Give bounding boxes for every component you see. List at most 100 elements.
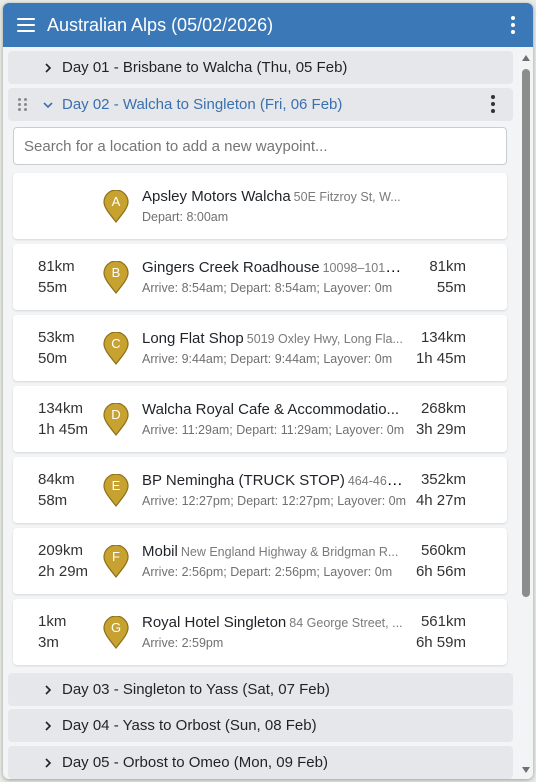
map-pin-icon[interactable]: B bbox=[102, 260, 130, 295]
waypoint-letter: C bbox=[111, 336, 121, 351]
map-pin-icon[interactable]: E bbox=[102, 473, 130, 508]
waypoint-address: 84 George Street, ... bbox=[289, 616, 403, 630]
waypoint-title-line: Mobil New England Highway & Bridgman R... bbox=[142, 543, 404, 561]
more-options-icon[interactable] bbox=[503, 15, 523, 35]
day-options-icon[interactable] bbox=[483, 94, 503, 114]
waypoint-title-line: Apsley Motors Walcha 50E Fitzroy St, W... bbox=[142, 188, 404, 206]
waypoint-search-input[interactable] bbox=[13, 127, 507, 165]
waypoint-address: 10098–10102... bbox=[322, 261, 404, 275]
day-header-05[interactable]: Day 05 - Orbost to Omeo (Mon, 09 Feb) bbox=[8, 746, 513, 779]
map-pin-icon[interactable]: D bbox=[102, 402, 130, 437]
waypoint-letter: B bbox=[111, 265, 121, 280]
waypoint-title-line: BP Nemingha (TRUCK STOP) 464-468 ... bbox=[142, 472, 404, 490]
day-label: Day 03 - Singleton to Yass (Sat, 07 Feb) bbox=[62, 681, 330, 698]
cumulative-time: 6h 59m bbox=[415, 634, 466, 651]
itinerary-list[interactable]: Day 01 - Brisbane to Walcha (Thu, 05 Feb… bbox=[3, 47, 533, 779]
map-pin-icon[interactable]: F bbox=[102, 544, 130, 579]
waypoint-name: Gingers Creek Roadhouse bbox=[142, 259, 320, 276]
waypoint-address: 464-468 ... bbox=[347, 474, 404, 488]
waypoint-timing: Arrive: 2:59pm bbox=[142, 636, 224, 650]
segment-distance: 53km bbox=[38, 329, 75, 346]
chevron-right-icon bbox=[42, 720, 54, 732]
waypoint-card[interactable]: 134km 1h 45m D Walcha Royal Cafe & Accommod… bbox=[13, 386, 507, 452]
day-label: Day 02 - Walcha to Singleton (Fri, 06 Fe… bbox=[62, 96, 343, 113]
day-header-02[interactable]: Day 02 - Walcha to Singleton (Fri, 06 Fe… bbox=[8, 88, 513, 121]
chevron-right-icon bbox=[42, 684, 54, 696]
segment-distance: 81km bbox=[38, 258, 75, 275]
waypoint-letter: F bbox=[112, 549, 120, 564]
waypoint-card[interactable]: 209km 2h 29m F Mobil New England Highway & B… bbox=[13, 528, 507, 594]
drag-handle-icon[interactable] bbox=[18, 98, 27, 111]
chevron-right-icon bbox=[42, 62, 54, 74]
waypoint-card[interactable]: 1km 3m G Royal Hotel Singleton 84 George Str… bbox=[13, 599, 507, 665]
waypoint-name: Royal Hotel Singleton bbox=[142, 614, 287, 631]
menu-icon[interactable] bbox=[17, 18, 35, 32]
day-header-03[interactable]: Day 03 - Singleton to Yass (Sat, 07 Feb) bbox=[8, 673, 513, 706]
chevron-right-icon bbox=[42, 757, 54, 769]
segment-time: 1h 45m bbox=[38, 421, 89, 438]
waypoint-card[interactable]: 81km 55m B Gingers Creek Roadhouse 10098–101… bbox=[13, 244, 507, 310]
scrollbar-thumb[interactable] bbox=[522, 69, 530, 597]
day-header-04[interactable]: Day 04 - Yass to Orbost (Sun, 08 Feb) bbox=[8, 709, 513, 742]
segment-time: 50m bbox=[38, 350, 68, 367]
cumulative-distance: 561km bbox=[420, 613, 466, 630]
segment-time: 2h 29m bbox=[38, 563, 89, 580]
waypoint-letter: D bbox=[111, 407, 121, 422]
waypoint-name: Mobil bbox=[142, 543, 178, 560]
waypoint-card[interactable]: A Apsley Motors Walcha 50E Fitzroy St, W..… bbox=[13, 173, 507, 239]
trip-panel: Australian Alps (05/02/2026) Day 01 - Br… bbox=[3, 3, 533, 779]
cumulative-time: 3h 29m bbox=[415, 421, 466, 438]
waypoint-timing: Depart: 8:00am bbox=[142, 210, 229, 224]
waypoint-timing: Arrive: 12:27pm; Depart: 12:27pm; Layove… bbox=[142, 494, 407, 508]
waypoint-title-line: Walcha Royal Cafe & Accommodatio... bbox=[142, 401, 404, 419]
waypoint-title-line: Gingers Creek Roadhouse 10098–10102... bbox=[142, 259, 404, 277]
waypoint-card[interactable]: 53km 50m C Long Flat Shop 5019 Oxley Hwy, Lo… bbox=[13, 315, 507, 381]
cumulative-distance: 352km bbox=[420, 471, 466, 488]
map-pin-icon[interactable]: A bbox=[102, 189, 130, 224]
trip-title: Australian Alps (05/02/2026) bbox=[47, 14, 274, 35]
waypoint-letter: G bbox=[110, 620, 122, 635]
day-label: Day 01 - Brisbane to Walcha (Thu, 05 Feb… bbox=[62, 59, 348, 76]
waypoint-name: Walcha Royal Cafe & Accommodatio... bbox=[142, 401, 400, 418]
cumulative-time: 6h 56m bbox=[415, 563, 466, 580]
waypoint-timing: Arrive: 11:29am; Depart: 11:29am; Layove… bbox=[142, 423, 405, 437]
waypoint-name: Apsley Motors Walcha bbox=[142, 188, 291, 205]
day-label: Day 04 - Yass to Orbost (Sun, 08 Feb) bbox=[62, 717, 317, 734]
app-header: Australian Alps (05/02/2026) bbox=[3, 3, 533, 47]
map-pin-icon[interactable]: C bbox=[102, 331, 130, 366]
segment-time: 58m bbox=[38, 492, 68, 509]
cumulative-time: 1h 45m bbox=[415, 350, 466, 367]
scroll-down-arrow-icon[interactable] bbox=[522, 767, 530, 773]
cumulative-time: 4h 27m bbox=[415, 492, 466, 509]
segment-distance: 134km bbox=[38, 400, 84, 417]
segment-distance: 84km bbox=[38, 471, 75, 488]
waypoint-address: 5019 Oxley Hwy, Long Fla... bbox=[246, 332, 403, 346]
map-pin-icon[interactable]: G bbox=[102, 615, 130, 650]
waypoint-address: New England Highway & Bridgman R... bbox=[180, 545, 399, 559]
cumulative-distance: 560km bbox=[420, 542, 466, 559]
day-header-01[interactable]: Day 01 - Brisbane to Walcha (Thu, 05 Feb… bbox=[8, 51, 513, 84]
segment-time: 3m bbox=[38, 634, 59, 651]
waypoint-timing: Arrive: 8:54am; Depart: 8:54am; Layover:… bbox=[142, 281, 393, 295]
waypoint-timing: Arrive: 9:44am; Depart: 9:44am; Layover:… bbox=[142, 352, 393, 366]
waypoint-card[interactable]: 84km 58m E BP Nemingha (TRUCK STOP) 464-468 … bbox=[13, 457, 507, 523]
waypoint-address: 50E Fitzroy St, W... bbox=[293, 190, 401, 204]
day-label: Day 05 - Orbost to Omeo (Mon, 09 Feb) bbox=[62, 754, 328, 771]
cumulative-time: 55m bbox=[436, 279, 466, 296]
segment-distance: 209km bbox=[38, 542, 84, 559]
waypoint-name: BP Nemingha (TRUCK STOP) bbox=[142, 472, 345, 489]
waypoint-letter: A bbox=[111, 194, 121, 209]
waypoint-name: Long Flat Shop bbox=[142, 330, 244, 347]
cumulative-distance: 81km bbox=[429, 258, 466, 275]
waypoint-title-line: Long Flat Shop 5019 Oxley Hwy, Long Fla..… bbox=[142, 330, 404, 348]
segment-distance: 1km bbox=[38, 613, 67, 630]
waypoint-title-line: Royal Hotel Singleton 84 George Street, .… bbox=[142, 614, 404, 632]
waypoint-letter: E bbox=[111, 478, 121, 493]
scrollbar[interactable] bbox=[519, 47, 533, 779]
waypoint-timing: Arrive: 2:56pm; Depart: 2:56pm; Layover:… bbox=[142, 565, 393, 579]
segment-time: 55m bbox=[38, 279, 68, 296]
cumulative-distance: 134km bbox=[420, 329, 466, 346]
chevron-down-icon bbox=[42, 99, 54, 111]
cumulative-distance: 268km bbox=[420, 400, 466, 417]
scroll-up-arrow-icon[interactable] bbox=[522, 55, 530, 61]
